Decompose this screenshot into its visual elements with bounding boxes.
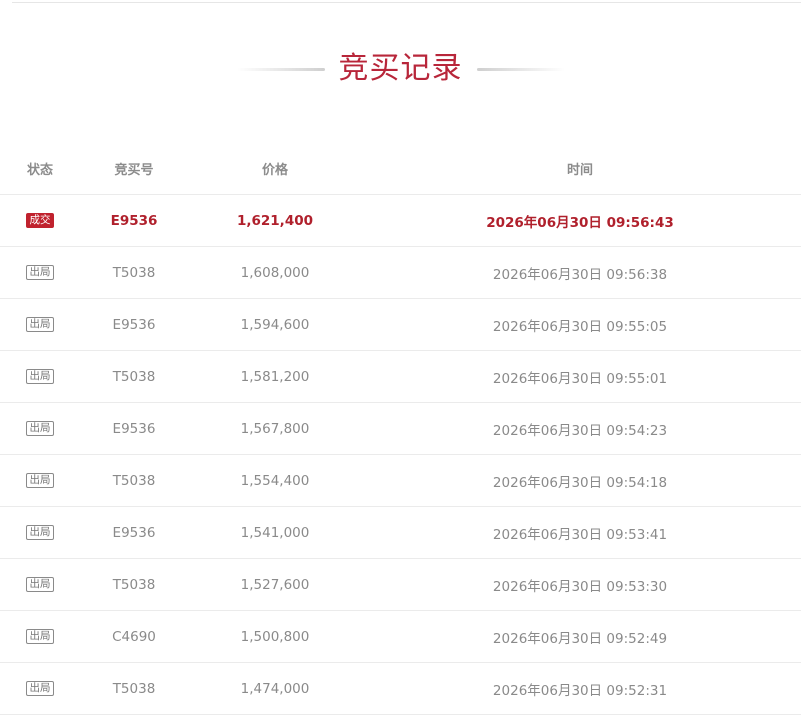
status-cell: 出局 [0,663,80,714]
bid-price: 1,581,200 [240,368,310,385]
bid-time: 2026年06月30日 09:52:31 [492,682,668,699]
table-row: 出局 T5038 1,474,000 2026年06月30日 09:52:31 [0,663,801,715]
column-header-bidder: 竞买号 [114,162,154,178]
bidder-number: T5038 [112,368,156,385]
bidder-number: E9536 [112,524,156,541]
bidder-number: E9536 [110,212,158,229]
table-row: 出局 E9536 1,567,800 2026年06月30日 09:54:23 [0,403,801,455]
title-decoration-right [476,67,565,71]
page-title: 竞买记录 [338,51,463,86]
bid-time: 2026年06月30日 09:54:23 [492,422,668,439]
bidder-number: E9536 [112,316,156,333]
table-row: 出局 T5038 1,608,000 2026年06月30日 09:56:38 [0,247,801,299]
bid-time: 2026年06月30日 09:54:18 [492,474,668,491]
table-row-winner: 成交 E9536 1,621,400 2026年06月30日 09:56:43 [0,195,801,247]
column-header-status: 状态 [26,162,53,178]
bid-time: 2026年06月30日 09:56:38 [492,266,668,283]
bid-price: 1,594,600 [240,316,310,333]
out-status-badge: 出局 [26,525,54,540]
bid-price: 1,474,000 [240,680,310,697]
column-header-price: 价格 [261,162,288,178]
status-cell: 出局 [0,611,80,662]
bidder-number: T5038 [112,576,156,593]
status-cell: 出局 [0,299,80,350]
bid-time: 2026年06月30日 09:55:01 [492,370,668,387]
bidder-number: T5038 [112,680,156,697]
status-cell: 出局 [0,403,80,454]
out-status-badge: 出局 [26,473,54,488]
table-row: 出局 E9536 1,541,000 2026年06月30日 09:53:41 [0,507,801,559]
bid-price: 1,608,000 [240,264,310,281]
deal-status-badge: 成交 [26,213,54,228]
bid-time: 2026年06月30日 09:53:30 [492,578,668,595]
bid-price: 1,554,400 [240,472,310,489]
table-row: 出局 C4690 1,500,800 2026年06月30日 09:52:49 [0,611,801,663]
status-cell: 成交 [0,195,80,246]
bidder-number: T5038 [112,264,156,281]
table-row: 出局 T5038 1,527,600 2026年06月30日 09:53:30 [0,559,801,611]
out-status-badge: 出局 [26,629,54,644]
top-divider [12,2,801,3]
bid-time: 2026年06月30日 09:53:41 [492,526,668,543]
bidder-number: C4690 [112,628,156,645]
title-decoration-left [236,67,325,71]
status-cell: 出局 [0,351,80,402]
bid-time: 2026年06月30日 09:55:05 [492,318,668,335]
table-row: 出局 T5038 1,581,200 2026年06月30日 09:55:01 [0,351,801,403]
out-status-badge: 出局 [26,681,54,696]
out-status-badge: 出局 [26,265,54,280]
section-header: 竞买记录 [0,45,801,93]
bid-price: 1,541,000 [240,524,310,541]
bidder-number: T5038 [112,472,156,489]
table-row: 出局 T5038 1,554,400 2026年06月30日 09:54:18 [0,455,801,507]
table-header: 状态 竞买号 价格 时间 [0,142,801,195]
table-row: 出局 E9536 1,594,600 2026年06月30日 09:55:05 [0,299,801,351]
status-cell: 出局 [0,455,80,506]
bid-price: 1,500,800 [240,628,310,645]
out-status-badge: 出局 [26,369,54,384]
bid-price: 1,567,800 [240,420,310,437]
out-status-badge: 出局 [26,421,54,436]
out-status-badge: 出局 [26,317,54,332]
bid-price: 1,621,400 [236,212,313,229]
status-cell: 出局 [0,247,80,298]
column-header-time: 时间 [566,162,593,178]
bid-price: 1,527,600 [240,576,310,593]
bid-record-table: 状态 竞买号 价格 时间 成交 E9536 1,621,400 2026年06月… [0,142,801,715]
bid-time: 2026年06月30日 09:56:43 [486,214,674,231]
bid-time: 2026年06月30日 09:52:49 [492,630,668,647]
bidder-number: E9536 [112,420,156,437]
out-status-badge: 出局 [26,577,54,592]
status-cell: 出局 [0,507,80,558]
status-cell: 出局 [0,559,80,610]
